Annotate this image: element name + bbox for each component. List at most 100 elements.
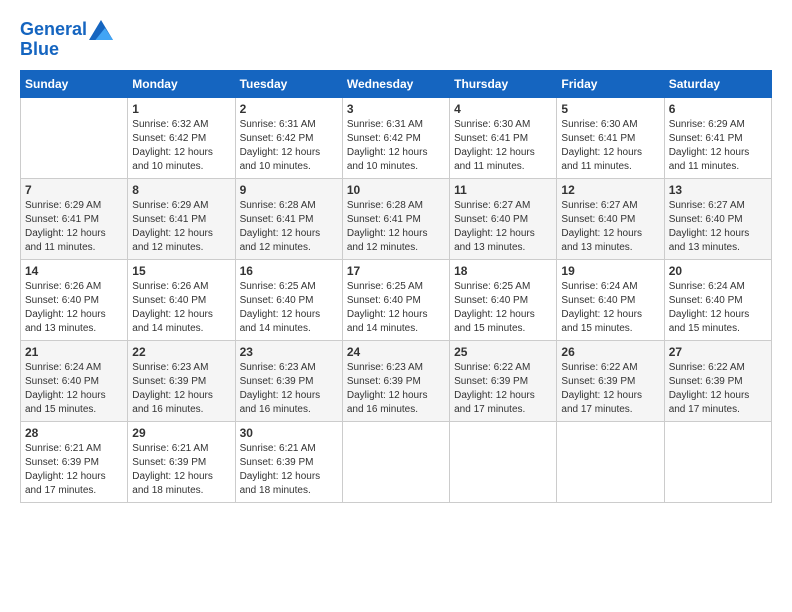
calendar-cell: 24 Sunrise: 6:23 AMSunset: 6:39 PMDayligh… <box>342 340 449 421</box>
logo-blue: Blue <box>20 40 59 60</box>
calendar-cell: 5Sunrise: 6:30 AMSunset: 6:41 PMDaylight… <box>557 97 664 178</box>
day-number: 13 <box>669 183 767 197</box>
calendar-cell <box>342 421 449 502</box>
calendar-cell: 12 Sunrise: 6:27 AMSunset: 6:40 PMDayligh… <box>557 178 664 259</box>
calendar-cell: 28 Sunrise: 6:21 AMSunset: 6:39 PMDayligh… <box>21 421 128 502</box>
day-number: 25 <box>454 345 552 359</box>
day-number: 26 <box>561 345 659 359</box>
day-number: 27 <box>669 345 767 359</box>
day-number: 24 <box>347 345 445 359</box>
calendar-cell: 13Sunrise: 6:27 AMSunset: 6:40 PMDayligh… <box>664 178 771 259</box>
day-number: 7 <box>25 183 123 197</box>
day-number: 4 <box>454 102 552 116</box>
day-info: Sunrise: 6:29 AMSunset: 6:41 PMDaylight:… <box>25 199 123 255</box>
calendar-cell: 25 Sunrise: 6:22 AMSunset: 6:39 PMDayligh… <box>450 340 557 421</box>
day-info: Sunrise: 6:21 AMSunset: 6:39 PMDaylight:… <box>240 442 338 498</box>
day-number: 15 <box>132 264 230 278</box>
day-info: Sunrise: 6:32 AMSunset: 6:42 PMDaylight:… <box>132 118 230 174</box>
calendar-cell: 16Sunrise: 6:25 AMSunset: 6:40 PMDayligh… <box>235 259 342 340</box>
calendar-cell: 6 Sunrise: 6:29 AMSunset: 6:41 PMDaylight… <box>664 97 771 178</box>
calendar-cell: 7 Sunrise: 6:29 AMSunset: 6:41 PMDaylight… <box>21 178 128 259</box>
day-info: Sunrise: 6:23 AMSunset: 6:39 PMDaylight:… <box>240 361 338 417</box>
logo-text: General <box>20 20 87 40</box>
day-number: 8 <box>132 183 230 197</box>
calendar-cell: 14 Sunrise: 6:26 AMSunset: 6:40 PMDayligh… <box>21 259 128 340</box>
calendar-table: SundayMondayTuesdayWednesdayThursdayFrid… <box>20 70 772 503</box>
day-info: Sunrise: 6:27 AMSunset: 6:40 PMDaylight:… <box>561 199 659 255</box>
day-info: Sunrise: 6:21 AMSunset: 6:39 PMDaylight:… <box>25 442 123 498</box>
calendar-cell: 15 Sunrise: 6:26 AMSunset: 6:40 PMDayligh… <box>128 259 235 340</box>
calendar-cell: 11 Sunrise: 6:27 AMSunset: 6:40 PMDayligh… <box>450 178 557 259</box>
day-info: Sunrise: 6:22 AMSunset: 6:39 PMDaylight:… <box>561 361 659 417</box>
dow-header-thursday: Thursday <box>450 70 557 97</box>
logo-icon <box>89 20 113 40</box>
page-header: General Blue <box>20 20 772 60</box>
dow-header-tuesday: Tuesday <box>235 70 342 97</box>
calendar-cell: 20 Sunrise: 6:24 AMSunset: 6:40 PMDayligh… <box>664 259 771 340</box>
day-number: 20 <box>669 264 767 278</box>
calendar-cell: 27 Sunrise: 6:22 AMSunset: 6:39 PMDayligh… <box>664 340 771 421</box>
calendar-cell: 2 Sunrise: 6:31 AMSunset: 6:42 PMDaylight… <box>235 97 342 178</box>
day-number: 5 <box>561 102 659 116</box>
day-number: 2 <box>240 102 338 116</box>
day-number: 6 <box>669 102 767 116</box>
calendar-cell: 29Sunrise: 6:21 AMSunset: 6:39 PMDayligh… <box>128 421 235 502</box>
calendar-body: 1 Sunrise: 6:32 AMSunset: 6:42 PMDaylight… <box>21 97 772 502</box>
day-info: Sunrise: 6:25 AMSunset: 6:40 PMDaylight:… <box>240 280 338 336</box>
day-info: Sunrise: 6:29 AMSunset: 6:41 PMDaylight:… <box>132 199 230 255</box>
day-number: 22 <box>132 345 230 359</box>
dow-header-monday: Monday <box>128 70 235 97</box>
day-info: Sunrise: 6:27 AMSunset: 6:40 PMDaylight:… <box>454 199 552 255</box>
calendar-cell: 17 Sunrise: 6:25 AMSunset: 6:40 PMDayligh… <box>342 259 449 340</box>
calendar-cell <box>557 421 664 502</box>
day-info: Sunrise: 6:23 AMSunset: 6:39 PMDaylight:… <box>347 361 445 417</box>
dow-header-friday: Friday <box>557 70 664 97</box>
calendar-cell: 18Sunrise: 6:25 AMSunset: 6:40 PMDayligh… <box>450 259 557 340</box>
day-info: Sunrise: 6:25 AMSunset: 6:40 PMDaylight:… <box>347 280 445 336</box>
day-number: 17 <box>347 264 445 278</box>
day-info: Sunrise: 6:23 AMSunset: 6:39 PMDaylight:… <box>132 361 230 417</box>
calendar-cell <box>450 421 557 502</box>
day-number: 12 <box>561 183 659 197</box>
calendar-cell <box>664 421 771 502</box>
day-info: Sunrise: 6:31 AMSunset: 6:42 PMDaylight:… <box>347 118 445 174</box>
calendar-cell: 4 Sunrise: 6:30 AMSunset: 6:41 PMDaylight… <box>450 97 557 178</box>
calendar-cell: 26 Sunrise: 6:22 AMSunset: 6:39 PMDayligh… <box>557 340 664 421</box>
day-number: 18 <box>454 264 552 278</box>
calendar-cell: 8 Sunrise: 6:29 AMSunset: 6:41 PMDaylight… <box>128 178 235 259</box>
calendar-cell: 23 Sunrise: 6:23 AMSunset: 6:39 PMDayligh… <box>235 340 342 421</box>
day-info: Sunrise: 6:21 AMSunset: 6:39 PMDaylight:… <box>132 442 230 498</box>
calendar-cell: 3 Sunrise: 6:31 AMSunset: 6:42 PMDaylight… <box>342 97 449 178</box>
day-info: Sunrise: 6:31 AMSunset: 6:42 PMDaylight:… <box>240 118 338 174</box>
day-number: 3 <box>347 102 445 116</box>
day-number: 21 <box>25 345 123 359</box>
calendar-cell: 10 Sunrise: 6:28 AMSunset: 6:41 PMDayligh… <box>342 178 449 259</box>
day-info: Sunrise: 6:28 AMSunset: 6:41 PMDaylight:… <box>347 199 445 255</box>
calendar-cell: 30 Sunrise: 6:21 AMSunset: 6:39 PMDayligh… <box>235 421 342 502</box>
logo-general: General <box>20 19 87 39</box>
day-number: 14 <box>25 264 123 278</box>
day-info: Sunrise: 6:24 AMSunset: 6:40 PMDaylight:… <box>25 361 123 417</box>
day-info: Sunrise: 6:26 AMSunset: 6:40 PMDaylight:… <box>25 280 123 336</box>
day-number: 11 <box>454 183 552 197</box>
day-number: 1 <box>132 102 230 116</box>
day-number: 30 <box>240 426 338 440</box>
day-info: Sunrise: 6:30 AMSunset: 6:41 PMDaylight:… <box>454 118 552 174</box>
dow-header-wednesday: Wednesday <box>342 70 449 97</box>
day-info: Sunrise: 6:29 AMSunset: 6:41 PMDaylight:… <box>669 118 767 174</box>
day-info: Sunrise: 6:26 AMSunset: 6:40 PMDaylight:… <box>132 280 230 336</box>
calendar-week-5: 28 Sunrise: 6:21 AMSunset: 6:39 PMDayligh… <box>21 421 772 502</box>
day-number: 28 <box>25 426 123 440</box>
calendar-cell: 22 Sunrise: 6:23 AMSunset: 6:39 PMDayligh… <box>128 340 235 421</box>
days-of-week-row: SundayMondayTuesdayWednesdayThursdayFrid… <box>21 70 772 97</box>
day-info: Sunrise: 6:22 AMSunset: 6:39 PMDaylight:… <box>669 361 767 417</box>
calendar-cell <box>21 97 128 178</box>
day-info: Sunrise: 6:24 AMSunset: 6:40 PMDaylight:… <box>561 280 659 336</box>
day-info: Sunrise: 6:24 AMSunset: 6:40 PMDaylight:… <box>669 280 767 336</box>
day-info: Sunrise: 6:22 AMSunset: 6:39 PMDaylight:… <box>454 361 552 417</box>
day-number: 10 <box>347 183 445 197</box>
day-number: 23 <box>240 345 338 359</box>
day-number: 9 <box>240 183 338 197</box>
calendar-cell: 21 Sunrise: 6:24 AMSunset: 6:40 PMDayligh… <box>21 340 128 421</box>
calendar-week-2: 7 Sunrise: 6:29 AMSunset: 6:41 PMDaylight… <box>21 178 772 259</box>
